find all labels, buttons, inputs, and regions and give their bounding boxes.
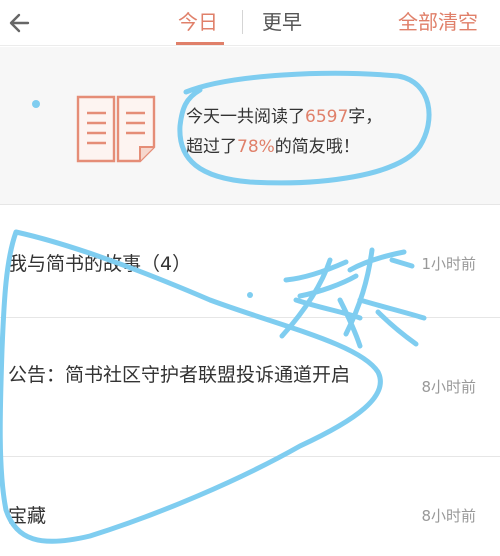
percent-value: 78% bbox=[237, 137, 275, 157]
reading-summary-card: 今天一共阅读了6597字， 超过了78%的简友哦！ bbox=[0, 47, 500, 205]
item-time: 8小时前 bbox=[421, 507, 476, 525]
tab-today[interactable]: 今日 bbox=[178, 9, 218, 35]
tab-active-indicator bbox=[176, 42, 224, 45]
summary-text: 超过了 bbox=[186, 137, 237, 157]
top-bar: 今日 更早 全部清空 bbox=[0, 0, 500, 46]
open-book-icon bbox=[76, 95, 156, 163]
list-item[interactable]: 宝藏 8小时前 bbox=[0, 458, 500, 556]
item-time: 8小时前 bbox=[421, 378, 476, 396]
summary-percent-line: 超过了78%的简友哦！ bbox=[186, 136, 360, 158]
list-item[interactable]: 我与简书的故事（4） 1小时前 bbox=[0, 206, 500, 318]
clear-all-button[interactable]: 全部清空 bbox=[398, 9, 478, 35]
words-read-count: 6597 bbox=[305, 107, 349, 127]
item-time: 1小时前 bbox=[421, 255, 476, 273]
tab-divider bbox=[242, 10, 243, 34]
summary-text: 字， bbox=[348, 107, 383, 127]
tab-earlier[interactable]: 更早 bbox=[262, 9, 302, 35]
back-arrow-icon[interactable] bbox=[6, 8, 36, 38]
item-title: 宝藏 bbox=[8, 505, 47, 527]
item-title: 公告：简书社区守护者联盟投诉通道开启 bbox=[8, 364, 351, 386]
item-title: 我与简书的故事（4） bbox=[8, 253, 192, 275]
summary-text: 的简友哦！ bbox=[274, 137, 360, 157]
list-item[interactable]: 公告：简书社区守护者联盟投诉通道开启 8小时前 bbox=[0, 319, 500, 457]
summary-words-line: 今天一共阅读了6597字， bbox=[186, 106, 382, 128]
summary-text: 今天一共阅读了 bbox=[186, 107, 305, 127]
